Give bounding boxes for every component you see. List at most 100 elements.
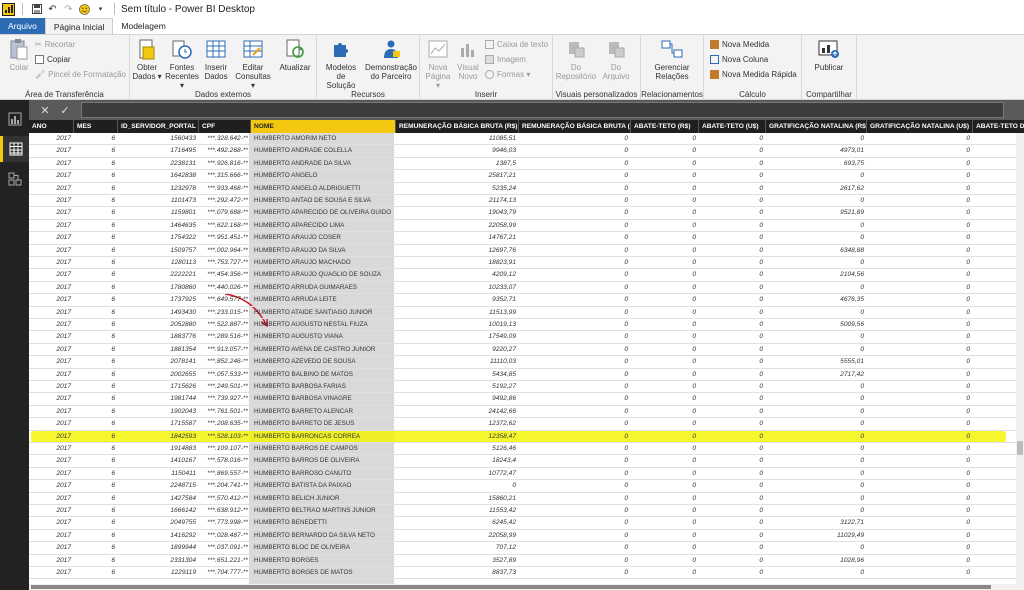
table-cell[interactable]: 1666142 <box>118 505 199 517</box>
table-cell[interactable]: 6 <box>74 443 118 455</box>
table-cell[interactable]: 3527,89 <box>396 555 519 567</box>
table-cell[interactable]: 6 <box>74 567 118 579</box>
table-cell[interactable]: 0 <box>519 220 631 232</box>
report-view-icon[interactable] <box>0 106 29 132</box>
table-cell[interactable]: 0 <box>867 207 973 219</box>
table-cell[interactable]: 0 <box>867 468 973 480</box>
table-cell[interactable]: ***.315.666-** <box>199 170 251 182</box>
table-cell[interactable]: 0 <box>867 319 973 331</box>
table-cell[interactable]: HUMBERTO ANDRADE COLELLA <box>251 145 396 157</box>
table-cell[interactable]: 0 <box>699 282 766 294</box>
table-cell[interactable]: 2248715 <box>118 480 199 492</box>
table-cell[interactable]: 0 <box>699 381 766 393</box>
table-cell[interactable]: ***.933.468-** <box>199 183 251 195</box>
table-cell[interactable]: 0 <box>766 307 867 319</box>
table-cell[interactable]: 6 <box>74 232 118 244</box>
table-cell[interactable]: 6 <box>74 331 118 343</box>
table-cell[interactable]: 10772,47 <box>396 468 519 480</box>
column-header[interactable]: GRATIFICAÇÃO NATALINA (U$) <box>867 120 973 133</box>
image-button[interactable]: Imagem <box>485 55 526 64</box>
table-cell[interactable]: 6 <box>74 282 118 294</box>
manage-relationships-button[interactable]: Gerenciar Relações <box>649 37 695 81</box>
enter-data-button[interactable]: Inserir Dados <box>202 37 230 81</box>
table-cell[interactable]: 0 <box>631 319 699 331</box>
table-cell[interactable]: 6 <box>74 480 118 492</box>
table-cell[interactable]: 11029,49 <box>766 530 867 542</box>
table-cell[interactable]: 5434,85 <box>396 369 519 381</box>
table-cell[interactable]: 2017 <box>29 542 74 554</box>
table-cell[interactable]: 0 <box>867 269 973 281</box>
table-cell[interactable]: ***.926.816-** <box>199 158 251 170</box>
table-cell[interactable]: 0 <box>699 195 766 207</box>
table-cell[interactable]: 0 <box>699 183 766 195</box>
table-cell[interactable]: 0 <box>519 393 631 405</box>
table-cell[interactable]: HUMBERTO BARBOSA FARIAS <box>251 381 396 393</box>
table-cell[interactable]: 0 <box>631 145 699 157</box>
from-store-button[interactable]: Do Repositório <box>556 37 596 81</box>
table-cell[interactable]: 0 <box>519 418 631 430</box>
table-cell[interactable]: 0 <box>631 567 699 579</box>
table-cell[interactable]: 0 <box>631 555 699 567</box>
table-cell[interactable]: ***.289.516-** <box>199 331 251 343</box>
table-cell[interactable]: 2017 <box>29 505 74 517</box>
table-cell[interactable]: 0 <box>766 344 867 356</box>
table-cell[interactable]: 1427584 <box>118 493 199 505</box>
table-row[interactable]: 2017 6 1715587 ***.208.635-** HUMBERTO BARRE… <box>29 418 1024 431</box>
table-cell[interactable]: 12372,62 <box>396 418 519 430</box>
table-cell[interactable]: 0 <box>631 331 699 343</box>
table-cell[interactable]: 0 <box>631 207 699 219</box>
table-cell[interactable]: 0 <box>699 331 766 343</box>
table-cell[interactable]: 0 <box>766 542 867 554</box>
table-cell[interactable]: 0 <box>699 567 766 579</box>
table-cell[interactable]: HUMBERTO BORGES <box>251 555 396 567</box>
tab-arquivo[interactable]: Arquivo <box>0 18 45 34</box>
table-row[interactable]: 2017 6 1159801 ***.079.688-** HUMBERTO APARE… <box>29 207 1024 220</box>
table-cell[interactable]: 0 <box>519 170 631 182</box>
table-cell[interactable]: 0 <box>766 455 867 467</box>
table-cell[interactable]: 0 <box>631 480 699 492</box>
table-cell[interactable]: 1754322 <box>118 232 199 244</box>
table-cell[interactable]: 2017 <box>29 480 74 492</box>
table-cell[interactable]: 22058,99 <box>396 220 519 232</box>
table-cell[interactable]: 0 <box>699 133 766 145</box>
table-cell[interactable]: 0 <box>631 505 699 517</box>
format-painter-button[interactable]: 🖌 Pincel de Formatação <box>35 70 126 79</box>
table-cell[interactable]: ***.753.727-** <box>199 257 251 269</box>
table-cell[interactable]: 6 <box>74 493 118 505</box>
table-cell[interactable]: 0 <box>766 393 867 405</box>
column-header[interactable]: NOME <box>251 120 396 133</box>
table-cell[interactable]: 2017 <box>29 282 74 294</box>
table-cell[interactable]: 6 <box>74 294 118 306</box>
table-cell[interactable]: 0 <box>631 282 699 294</box>
table-cell[interactable]: HUMBERTO ANDRADE DA SILVA <box>251 158 396 170</box>
table-cell[interactable]: HUMBERTO BARRETO ALENCAR <box>251 406 396 418</box>
table-cell[interactable]: 1780860 <box>118 282 199 294</box>
table-row[interactable]: 2017 6 1280113 ***.753.727-** HUMBERTO ARAUJ… <box>29 257 1024 270</box>
table-cell[interactable]: 0 <box>766 381 867 393</box>
table-cell[interactable]: 11553,42 <box>396 505 519 517</box>
table-cell[interactable]: 0 <box>699 158 766 170</box>
table-cell[interactable]: HUMBERTO BENEDETTI <box>251 517 396 529</box>
table-cell[interactable]: ***.037.091-** <box>199 542 251 554</box>
table-cell[interactable]: 2017 <box>29 567 74 579</box>
table-cell[interactable]: 6 <box>74 133 118 145</box>
table-row[interactable]: 2017 6 1410167 ***.578.016-** HUMBERTO BARRO… <box>29 455 1024 468</box>
table-cell[interactable]: 0 <box>699 344 766 356</box>
table-cell[interactable]: 5555,01 <box>766 356 867 368</box>
table-cell[interactable]: 6 <box>74 183 118 195</box>
table-cell[interactable]: ***.208.635-** <box>199 418 251 430</box>
table-cell[interactable]: 0 <box>699 517 766 529</box>
table-row[interactable]: 2017 6 1754322 ***.951.451-** HUMBERTO ARAUJ… <box>29 232 1024 245</box>
table-cell[interactable]: 1560433 <box>118 133 199 145</box>
table-cell[interactable]: 1715626 <box>118 381 199 393</box>
table-cell[interactable]: 0 <box>519 369 631 381</box>
table-cell[interactable]: 1101473 <box>118 195 199 207</box>
redo-icon[interactable]: ↷ <box>62 3 75 16</box>
table-row[interactable]: 2017 6 2238131 ***.926.816-** HUMBERTO ANDRA… <box>29 158 1024 171</box>
table-cell[interactable]: ***.852.246-** <box>199 356 251 368</box>
table-cell[interactable]: HUMBERTO ARRUDA GUIMARAES <box>251 282 396 294</box>
table-cell[interactable]: 0 <box>867 331 973 343</box>
table-cell[interactable]: 0 <box>631 542 699 554</box>
table-cell[interactable]: 6348,88 <box>766 245 867 257</box>
table-cell[interactable]: 0 <box>867 344 973 356</box>
